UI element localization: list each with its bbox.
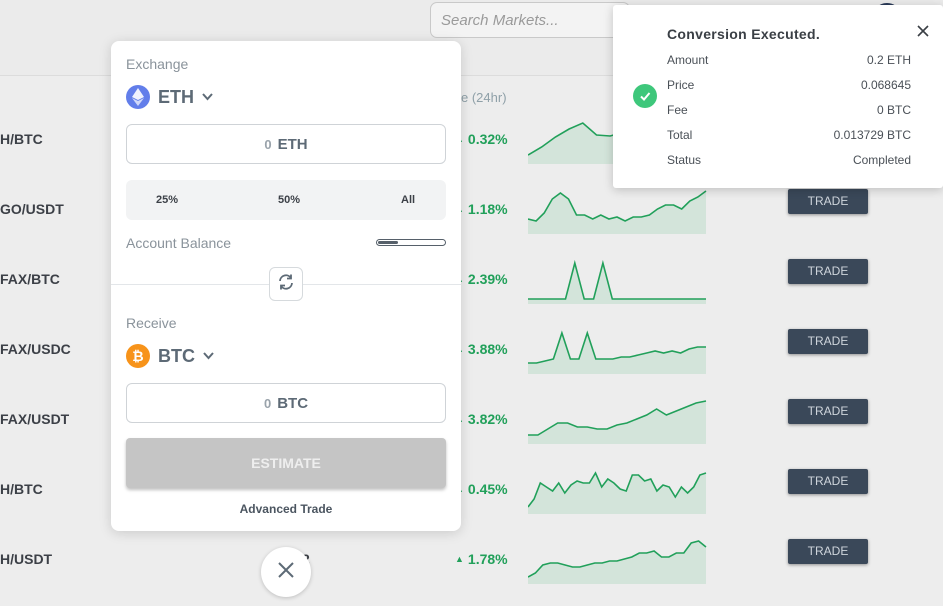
pair-name: FAX/USDT <box>0 411 70 427</box>
account-balance-fill <box>378 241 398 244</box>
chevron-down-icon <box>203 349 214 363</box>
to-coin-selector[interactable]: ₿ BTC <box>126 344 214 368</box>
from-amount-value: 0 <box>264 136 272 152</box>
to-amount-field[interactable]: 0 BTC <box>126 383 446 423</box>
detail-value: 0 BTC <box>876 103 911 117</box>
pair-name: H/BTC <box>0 481 43 497</box>
swap-button[interactable] <box>269 267 303 301</box>
change-text: 2.39% <box>467 271 508 287</box>
toast-title: Conversion Executed. <box>667 26 821 42</box>
exchange-label: Exchange <box>126 56 189 72</box>
close-panel-button[interactable] <box>261 547 311 597</box>
detail-value: Completed <box>852 153 911 167</box>
change-column-header: e (24hr) <box>461 90 507 105</box>
up-arrow-icon: ▲ <box>455 554 464 564</box>
chevron-down-icon <box>202 90 213 104</box>
sparkline-chart <box>528 471 707 514</box>
eth-icon <box>126 85 150 109</box>
pair-name: H/USDT <box>0 551 53 567</box>
estimate-button[interactable]: ESTIMATE <box>126 438 446 488</box>
table-row: H/USDT2▲1.78%TRADE <box>0 524 943 594</box>
sparkline-chart <box>528 400 707 444</box>
change-value: ▲3.82% <box>455 384 508 454</box>
detail-label: Amount <box>667 53 709 67</box>
btc-icon: ₿ <box>126 344 150 368</box>
change-value: ▲3.88% <box>455 314 508 384</box>
change-value: ▲1.18% <box>455 174 508 244</box>
success-check-icon <box>633 84 657 108</box>
trade-button[interactable]: TRADE <box>788 329 868 354</box>
change-value: ▲2.39% <box>455 244 508 314</box>
sparkline-chart <box>528 190 707 234</box>
sparkline-area <box>528 473 706 514</box>
from-amount-field[interactable]: 0 ETH <box>126 124 446 164</box>
advanced-trade-link[interactable]: Advanced Trade <box>111 502 461 516</box>
from-amount-unit: ETH <box>277 135 308 153</box>
change-text: 3.88% <box>467 341 508 357</box>
to-amount-unit: BTC <box>277 394 309 412</box>
from-coin-name: ETH <box>158 86 194 107</box>
detail-value: 0.013729 BTC <box>833 128 911 142</box>
change-text: 1.78% <box>467 551 508 567</box>
from-coin-selector[interactable]: ETH <box>126 85 213 109</box>
change-text: 3.82% <box>467 411 508 427</box>
change-value: ▲0.32% <box>455 104 508 174</box>
sparkline-area <box>528 263 706 304</box>
swap-icon <box>277 273 295 296</box>
toast-close-button[interactable] <box>915 23 931 39</box>
pct-all-button[interactable]: All <box>401 180 415 220</box>
sparkline-area <box>528 401 706 444</box>
sparkline-chart <box>528 259 706 304</box>
trade-button[interactable]: TRADE <box>788 189 868 214</box>
account-balance-label: Account Balance <box>126 235 232 251</box>
detail-label: Status <box>667 153 702 167</box>
exchange-panel: Exchange ETH 0 ETH 25% 50% All Account B… <box>111 41 461 531</box>
pair-name: H/BTC <box>0 131 43 147</box>
pair-name: GO/USDT <box>0 201 64 217</box>
trade-button[interactable]: TRADE <box>788 469 868 494</box>
search-input[interactable]: Search Markets... <box>430 2 630 38</box>
close-icon <box>915 25 931 43</box>
close-icon <box>277 561 295 584</box>
change-value: ▲ 1.78% <box>455 524 508 594</box>
detail-label: Price <box>667 78 695 92</box>
change-text: 0.32% <box>467 131 508 147</box>
change-text: 1.18% <box>467 201 508 217</box>
trade-button[interactable]: TRADE <box>788 399 868 424</box>
sparkline-chart <box>528 330 706 374</box>
to-amount-value: 0 <box>263 395 272 411</box>
pair-name: FAX/BTC <box>0 271 60 287</box>
account-balance-bar <box>376 239 446 246</box>
detail-value: 0.2 ETH <box>866 53 911 67</box>
change-value: ▲0.45% <box>455 454 508 524</box>
sparkline-chart <box>528 540 707 584</box>
change-text: 0.45% <box>467 481 508 497</box>
detail-label: Total <box>667 128 693 142</box>
pct-50-button[interactable]: 50% <box>278 180 300 220</box>
svg-text:₿: ₿ <box>132 349 143 364</box>
receive-label: Receive <box>126 315 177 331</box>
conversion-toast: Conversion Executed. Amount 0.2 ETH Price 0… <box>613 5 943 188</box>
trade-button[interactable]: TRADE <box>788 539 868 564</box>
percent-selector: 25% 50% All <box>126 180 446 220</box>
to-coin-name: BTC <box>158 345 195 366</box>
pct-25-button[interactable]: 25% <box>156 180 178 220</box>
detail-label: Fee <box>667 103 688 117</box>
trade-button[interactable]: TRADE <box>788 259 868 284</box>
detail-value: 0.068645 <box>860 78 911 92</box>
pair-name: FAX/USDC <box>0 341 71 357</box>
sparkline-line <box>528 259 706 300</box>
